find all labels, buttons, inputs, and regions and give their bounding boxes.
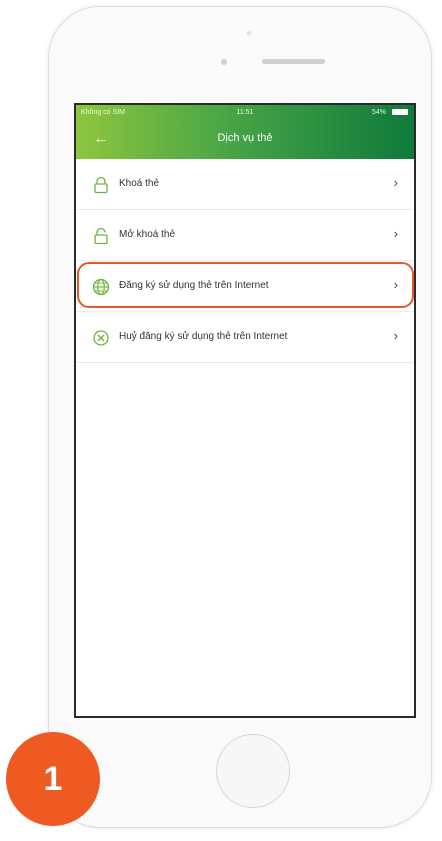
menu-item-cancel-internet[interactable]: Huỷ đăng ký sử dụng thẻ trên Internet › (76, 312, 414, 363)
chevron-right-icon: › (393, 328, 398, 343)
app-header: Không có SIM 11:51 54% ← Dịch vụ thẻ (76, 105, 414, 159)
menu-item-label: Huỷ đăng ký sử dụng thẻ trên Internet (119, 331, 288, 342)
phone-screen: Không có SIM 11:51 54% ← Dịch vụ thẻ Kho… (74, 103, 416, 718)
chevron-right-icon: › (393, 175, 398, 190)
step-number: 1 (43, 759, 63, 798)
nav-bar: ← Dịch vụ thẻ (76, 119, 414, 159)
earpiece-speaker (262, 59, 325, 64)
home-button[interactable] (216, 734, 290, 808)
front-camera (221, 59, 227, 65)
battery-percent: 54% (371, 109, 386, 116)
status-bar: Không có SIM 11:51 54% (76, 105, 414, 119)
menu-item-label: Mở khoá thẻ (119, 229, 176, 240)
menu-item-unlock-card[interactable]: Mở khoá thẻ › (76, 210, 414, 261)
step-badge: 1 (6, 732, 100, 826)
chevron-right-icon: › (393, 226, 398, 241)
card-service-menu: Khoá thẻ › Mở khoá thẻ › Đăng ký sử dụng… (76, 159, 414, 363)
front-sensor (247, 31, 251, 35)
highlight-frame (77, 262, 414, 308)
page-title: Dịch vụ thẻ (217, 132, 273, 144)
menu-item-lock-card[interactable]: Khoá thẻ › (76, 159, 414, 210)
status-time: 11:51 (236, 109, 254, 116)
lock-closed-icon (94, 176, 108, 194)
menu-item-label: Khoá thẻ (119, 178, 160, 189)
battery-icon (392, 109, 408, 115)
lock-open-icon (94, 227, 108, 245)
cancel-circle-icon (93, 330, 109, 346)
